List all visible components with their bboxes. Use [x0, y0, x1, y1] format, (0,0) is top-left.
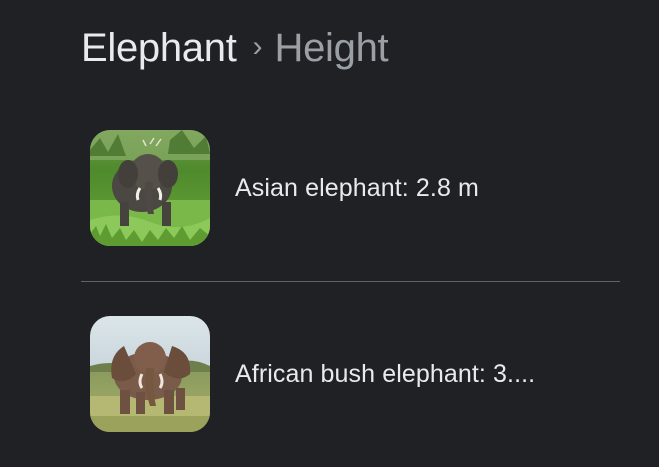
breadcrumb: Elephant › Height [81, 22, 389, 74]
asian-elephant-height-text: Asian elephant: 2.8 m [235, 173, 479, 202]
african-bush-elephant-height-text: African bush elephant: 3.... [235, 359, 536, 388]
asian-elephant-photo [90, 130, 210, 246]
knowledge-panel: Elephant › Height Asian elephant: 2.8 m … [0, 0, 659, 467]
breadcrumb-root[interactable]: Elephant [81, 22, 237, 74]
african-bush-elephant-photo [90, 316, 210, 432]
asian-elephant-thumbnail[interactable] [90, 130, 210, 246]
breadcrumb-separator: › [252, 30, 263, 63]
divider [81, 281, 620, 282]
breadcrumb-current: Height [274, 26, 389, 70]
african-bush-elephant-thumbnail[interactable] [90, 316, 210, 432]
list-item-african-bush-elephant[interactable]: African bush elephant: 3.... [90, 316, 620, 432]
list-item-asian-elephant[interactable]: Asian elephant: 2.8 m [90, 130, 620, 246]
